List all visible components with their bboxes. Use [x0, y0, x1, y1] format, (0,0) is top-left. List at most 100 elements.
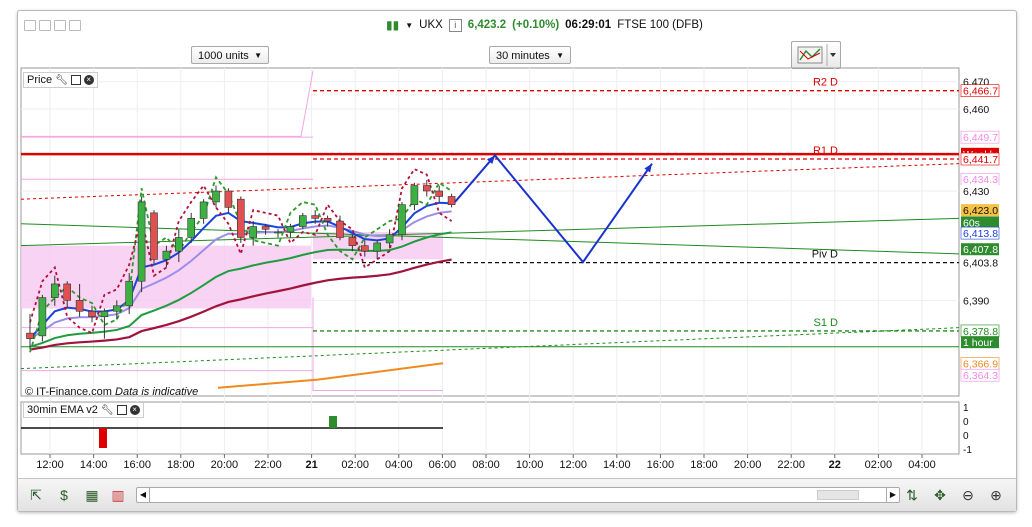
zoom-in-icon[interactable]: ⊕ [988, 487, 1004, 503]
price-tag-label: 6,441.7 [963, 154, 998, 166]
candle-body [311, 215, 320, 219]
price-tag-label: 6,364.3 [963, 370, 998, 382]
candle-body [113, 305, 121, 312]
candle-body [398, 204, 406, 236]
zoom-out-icon[interactable]: ⊖ [960, 487, 976, 503]
chart-window: ▮▮ ▼ UKX i 6,423.2 (+0.10%) 06:29:01 FTS… [17, 10, 1017, 512]
candle-body [249, 226, 257, 238]
x-tick-label: 22 [829, 459, 841, 471]
candle-body [199, 201, 208, 219]
candle-body [224, 190, 233, 208]
candle-body [137, 201, 146, 282]
price-tag-label: 6,460 [963, 104, 989, 116]
price-tag-label: 6,390 [963, 295, 989, 307]
price-tag-label: 6,378.8 [963, 326, 998, 338]
close-icon[interactable]: × [129, 405, 140, 415]
time-scrollbar[interactable]: ◀ ▶ [136, 487, 900, 503]
x-tick-label: 21 [305, 459, 317, 471]
window-icon[interactable] [116, 405, 127, 415]
price-panel-title: Price [27, 74, 53, 86]
copyright-note: © IT-Finance.com Data is indicative [25, 386, 198, 398]
x-tick-label: 12:00 [36, 459, 64, 471]
chart-area[interactable]: 12:00 14:00 16:00 18:00 20:00 22:00 21 02:00 04:… [18, 11, 1016, 478]
close-icon[interactable]: × [83, 75, 94, 85]
x-tick-label: 14:00 [80, 459, 108, 471]
price-tag-label: 6,449.7 [963, 132, 998, 144]
candle-body [212, 190, 220, 203]
x-tick-label: 22:00 [777, 459, 805, 471]
price-tag-label: 1 hour [963, 337, 993, 349]
price-tag-label: 6,366.9 [963, 358, 998, 370]
indicator-bar [329, 416, 337, 428]
copyright-site: © IT-Finance.com [25, 386, 112, 398]
scroll-left-icon[interactable]: ◀ [137, 488, 150, 502]
pink-level-line [312, 297, 443, 392]
trend-line [20, 217, 960, 247]
candle-body [26, 332, 34, 339]
projection-arrow-path [454, 153, 653, 264]
window-icon[interactable] [70, 75, 81, 85]
candle-body [336, 220, 344, 238]
wrench-icon[interactable]: 🔧︎ [55, 75, 68, 86]
candle-body [38, 297, 47, 337]
pivot-level-label: R2 D [813, 77, 838, 89]
price-panel-label: Price 🔧︎ × [23, 72, 98, 88]
copyright-disclaimer: Data is indicative [115, 386, 199, 398]
candle-body [100, 310, 109, 318]
x-tick-label: 18:00 [167, 459, 195, 471]
wrench-icon[interactable]: 🔧︎ [101, 405, 114, 416]
scrollbar-thumb[interactable] [817, 490, 859, 500]
x-tick-label: 04:00 [908, 459, 936, 471]
price-tag-label: 6,430 [963, 186, 989, 198]
candle-body [125, 280, 133, 307]
candle-body [323, 218, 332, 222]
currency-icon[interactable]: $ [56, 487, 72, 503]
indicator-tick-label: 0 [963, 417, 969, 428]
price-tag-label: 6,423.0 [963, 205, 998, 217]
candle-body [298, 215, 307, 227]
bottom-toolbar: ⇱ $ ▦ ▥ ◀ ▶ ⇅ ✥ ⊖ ⊕ [18, 478, 1016, 511]
candle-body [435, 190, 444, 197]
scroll-right-icon[interactable]: ▶ [886, 488, 899, 502]
indicator-tick-label: 0 [963, 431, 969, 442]
indicator-tick-label: -1 [963, 445, 972, 456]
x-tick-label: 18:00 [690, 459, 718, 471]
x-tick-label: 06:00 [429, 459, 457, 471]
x-tick-label: 16:00 [123, 459, 151, 471]
candles-icon[interactable]: ▥ [110, 487, 126, 503]
candle-body [385, 234, 394, 244]
trend-line [20, 163, 960, 200]
candle-body [274, 231, 282, 234]
scale-icon[interactable]: ⇅ [904, 487, 920, 503]
candle-body [150, 212, 158, 260]
price-tag-label: 6,407.8 [963, 244, 998, 256]
price-tag-label: 6,413.8 [963, 228, 998, 240]
x-tick-label: 12:00 [559, 459, 587, 471]
candle-body [162, 250, 171, 260]
orange-ma-line [217, 362, 444, 389]
trend-line [20, 327, 960, 370]
candle-body [348, 237, 357, 246]
x-tick-label: 20:00 [211, 459, 239, 471]
price-tag-label: 6,466.7 [963, 86, 998, 98]
candle-body [237, 198, 245, 238]
pivot-level-label: Piv D [812, 249, 838, 261]
calculator-icon[interactable]: ▦ [84, 487, 100, 503]
fit-icon[interactable]: ✥ [932, 487, 948, 503]
price-tag-label: 6,434.3 [963, 174, 998, 186]
x-tick-label: 20:00 [734, 459, 762, 471]
export-icon[interactable]: ⇱ [28, 487, 44, 503]
candle-body [187, 218, 195, 238]
x-tick-label: 02:00 [341, 459, 369, 471]
candle-body [75, 300, 84, 312]
x-tick-label: 16:00 [647, 459, 675, 471]
price-tag-label: 6,403.8 [963, 258, 998, 270]
candle-body [422, 185, 431, 192]
x-tick-label: 22:00 [254, 459, 282, 471]
x-tick-label: 02:00 [865, 459, 893, 471]
candle-body [286, 226, 295, 233]
candle-body [50, 283, 59, 298]
candle-body [261, 226, 270, 230]
candle-body [447, 196, 456, 205]
x-tick-label: 14:00 [603, 459, 631, 471]
